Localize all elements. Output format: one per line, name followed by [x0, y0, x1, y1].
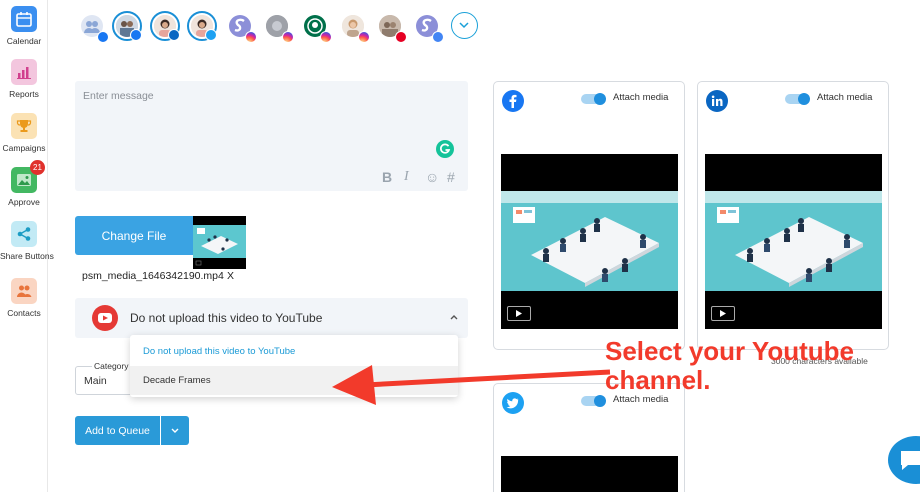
sidebar-label-approve: Approve [8, 197, 40, 207]
queue-options-button[interactable] [161, 416, 189, 445]
message-input[interactable]: Enter message [75, 81, 468, 191]
italic-button[interactable]: I [404, 169, 409, 185]
sidebar-label-contacts: Contacts [7, 308, 41, 318]
play-button[interactable] [507, 306, 531, 321]
account-avatar-twitter[interactable] [187, 11, 217, 41]
pinterest-icon [395, 31, 407, 43]
sidebar-item-calendar[interactable]: Calendar [0, 6, 48, 46]
office-scene-image [705, 191, 882, 291]
account-avatar-instagram-4[interactable] [338, 11, 370, 43]
account-avatar-group[interactable] [77, 11, 109, 43]
contacts-icon [11, 278, 37, 304]
play-button[interactable] [711, 306, 735, 321]
linkedin-icon [706, 90, 728, 112]
youtube-icon [92, 305, 118, 331]
chevron-up-icon [450, 315, 458, 320]
twitter-icon [205, 29, 217, 41]
sidebar-item-share-buttons[interactable]: Share Buttons [0, 221, 54, 261]
approve-count-badge: 21 [30, 160, 45, 175]
instagram-icon [245, 31, 257, 43]
account-avatar-facebook[interactable] [112, 11, 142, 41]
hashtag-button[interactable]: # [447, 169, 455, 185]
change-file-button[interactable]: Change File [75, 216, 193, 255]
video-preview[interactable] [705, 154, 882, 329]
category-value: Main [84, 375, 107, 387]
file-name: psm_media_1646342190.mp4 [82, 270, 224, 282]
category-label: Category [92, 361, 131, 371]
account-avatar-instagram-2[interactable] [262, 11, 294, 43]
category-select[interactable]: Category Main [75, 361, 135, 395]
account-avatar-linkedin[interactable] [150, 11, 180, 41]
sidebar-label-reports: Reports [9, 89, 39, 99]
office-scene-image [501, 191, 678, 291]
attach-media-toggle[interactable] [785, 93, 810, 105]
video-preview[interactable] [501, 456, 678, 492]
preview-card-facebook: Attach media [493, 81, 685, 350]
video-thumbnail [193, 216, 246, 269]
add-to-queue-button[interactable]: Add to Queue [75, 416, 160, 445]
sidebar-item-campaigns[interactable]: Campaigns [0, 113, 48, 153]
account-avatar-google-business[interactable] [412, 11, 444, 43]
callout-line-1: Select your Youtube [605, 336, 854, 366]
chat-support-button[interactable] [888, 436, 920, 484]
sidebar-label-campaigns: Campaigns [2, 143, 46, 153]
linkedin-icon [168, 29, 180, 41]
emoji-button[interactable]: ☺ [425, 169, 439, 185]
sidebar: Calendar Reports Campaigns 21 Approve Sh… [0, 0, 54, 492]
instagram-icon [282, 31, 294, 43]
account-avatar-pinterest[interactable] [375, 11, 407, 43]
chat-icon [901, 451, 920, 470]
message-placeholder: Enter message [83, 90, 154, 102]
google-business-icon [432, 31, 444, 43]
facebook-icon [130, 29, 142, 41]
attach-media-label: Attach media [817, 92, 873, 103]
bar-chart-icon [11, 59, 37, 85]
share-icon [11, 221, 37, 247]
attach-media-label: Attach media [613, 92, 669, 103]
callout-line-2: channel. [605, 365, 711, 395]
show-more-accounts-button[interactable] [451, 12, 478, 39]
attach-media-label: Attach media [613, 394, 669, 405]
trophy-icon [11, 113, 37, 139]
youtube-selected-value: Do not upload this video to YouTube [130, 311, 323, 325]
video-preview[interactable] [501, 154, 678, 329]
instagram-icon [320, 31, 332, 43]
preview-card-linkedin: Attach media [697, 81, 889, 350]
sidebar-item-reports[interactable]: Reports [0, 59, 48, 99]
facebook-icon [502, 90, 524, 112]
sidebar-item-approve[interactable]: 21 Approve [0, 160, 48, 207]
grammarly-icon[interactable] [436, 140, 454, 158]
play-icon [516, 310, 522, 317]
image-check-icon: 21 [11, 160, 45, 193]
app-root: Calendar Reports Campaigns 21 Approve Sh… [0, 0, 920, 492]
account-avatar-instagram-1[interactable] [225, 11, 257, 43]
sidebar-item-contacts[interactable]: Contacts [0, 278, 48, 318]
play-icon [720, 310, 726, 317]
account-avatar-instagram-3[interactable] [300, 11, 332, 43]
remove-file-button[interactable]: X [227, 270, 234, 282]
bold-button[interactable]: B [382, 169, 392, 185]
sidebar-label-calendar: Calendar [6, 36, 42, 46]
calendar-icon [11, 6, 37, 32]
callout-text: Select your Youtube channel. [605, 337, 854, 395]
chevron-down-icon [459, 22, 469, 29]
attach-media-toggle[interactable] [581, 93, 606, 105]
facebook-icon [97, 31, 109, 43]
callout-arrow [332, 365, 611, 405]
sidebar-label-share-buttons: Share Buttons [0, 251, 54, 261]
youtube-channel-select[interactable]: Do not upload this video to YouTube [75, 298, 468, 338]
instagram-icon [358, 31, 370, 43]
chevron-down-icon [171, 428, 179, 433]
